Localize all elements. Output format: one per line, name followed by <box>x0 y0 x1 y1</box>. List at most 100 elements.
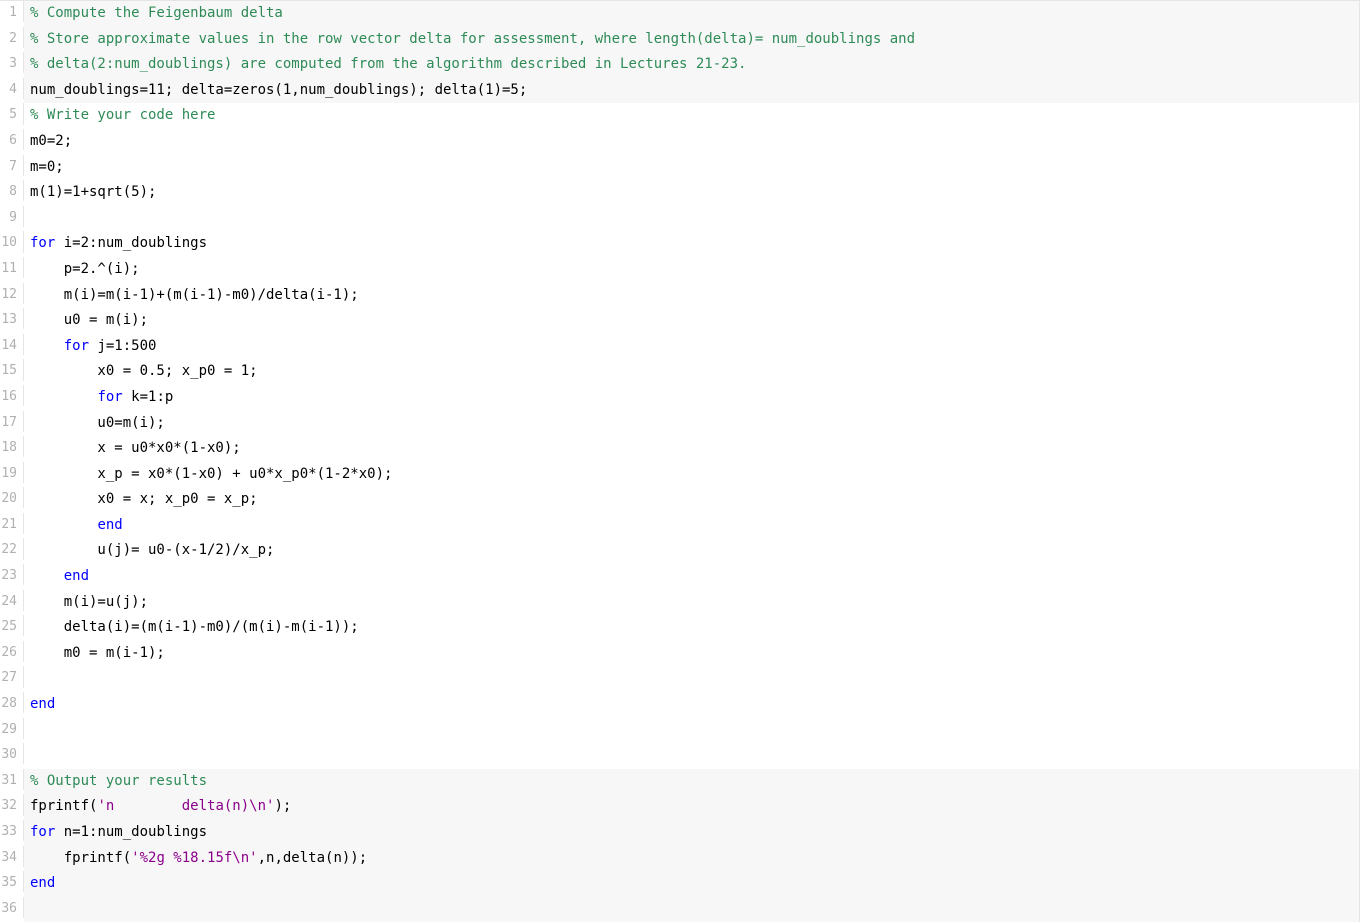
line-content[interactable]: x_p = x0*(1-x0) + u0*x_p0*(1-2*x0); <box>24 462 1359 488</box>
line-content[interactable]: for j=1:500 <box>24 334 1359 360</box>
line-number: 35 <box>0 871 24 892</box>
code-line[interactable]: 28end <box>0 692 1359 718</box>
line-number: 30 <box>0 743 24 764</box>
line-content[interactable]: p=2.^(i); <box>24 257 1359 283</box>
code-line[interactable]: 33for n=1:num_doublings <box>0 820 1359 846</box>
code-line[interactable]: 12 m(i)=m(i-1)+(m(i-1)-m0)/delta(i-1); <box>0 283 1359 309</box>
code-token: x0 = x; x_p0 = x_p; <box>30 491 258 507</box>
line-content[interactable]: x0 = 0.5; x_p0 = 1; <box>24 359 1359 385</box>
code-line[interactable]: 36 <box>0 897 1359 922</box>
code-token: x0 = 0.5; x_p0 = 1; <box>30 363 258 379</box>
code-line[interactable]: 26 m0 = m(i-1); <box>0 641 1359 667</box>
code-line[interactable]: 15 x0 = 0.5; x_p0 = 1; <box>0 359 1359 385</box>
line-content[interactable]: for k=1:p <box>24 385 1359 411</box>
code-token: ,n,delta(n)); <box>258 850 368 866</box>
line-content[interactable]: m(1)=1+sqrt(5); <box>24 180 1359 206</box>
code-line[interactable]: 32fprintf('n delta(n)\n'); <box>0 794 1359 820</box>
line-content[interactable] <box>24 666 1359 692</box>
line-content[interactable]: end <box>24 871 1359 897</box>
line-content[interactable] <box>24 718 1359 744</box>
code-token <box>30 517 97 533</box>
code-line[interactable]: 35end <box>0 871 1359 897</box>
code-line[interactable]: 13 u0 = m(i); <box>0 308 1359 334</box>
code-line[interactable]: 25 delta(i)=(m(i-1)-m0)/(m(i)-m(i-1)); <box>0 615 1359 641</box>
code-line[interactable]: 29 <box>0 718 1359 744</box>
line-number: 4 <box>0 78 24 99</box>
line-content[interactable]: end <box>24 692 1359 718</box>
line-content[interactable]: m(i)=u(j); <box>24 590 1359 616</box>
line-content[interactable]: x0 = x; x_p0 = x_p; <box>24 487 1359 513</box>
code-line[interactable]: 21 end <box>0 513 1359 539</box>
line-number: 26 <box>0 641 24 662</box>
code-line[interactable]: 14 for j=1:500 <box>0 334 1359 360</box>
code-token: i=2:num_doublings <box>55 235 207 251</box>
code-line[interactable]: 16 for k=1:p <box>0 385 1359 411</box>
code-line[interactable]: 23 end <box>0 564 1359 590</box>
code-line[interactable]: 9 <box>0 206 1359 232</box>
line-number: 22 <box>0 538 24 559</box>
line-content[interactable]: m0 = m(i-1); <box>24 641 1359 667</box>
line-number: 14 <box>0 334 24 355</box>
line-number: 3 <box>0 52 24 73</box>
line-number: 6 <box>0 129 24 150</box>
line-content[interactable]: fprintf('n delta(n)\n'); <box>24 794 1359 820</box>
line-content[interactable]: u0=m(i); <box>24 411 1359 437</box>
line-number: 2 <box>0 27 24 48</box>
line-content[interactable] <box>24 897 1359 922</box>
line-content[interactable]: m(i)=m(i-1)+(m(i-1)-m0)/delta(i-1); <box>24 283 1359 309</box>
code-line[interactable]: 8m(1)=1+sqrt(5); <box>0 180 1359 206</box>
code-line[interactable]: 31% Output your results <box>0 769 1359 795</box>
code-line[interactable]: 20 x0 = x; x_p0 = x_p; <box>0 487 1359 513</box>
code-line[interactable]: 5% Write your code here <box>0 103 1359 129</box>
code-line[interactable]: 22 u(j)= u0-(x-1/2)/x_p; <box>0 538 1359 564</box>
code-line[interactable]: 19 x_p = x0*(1-x0) + u0*x_p0*(1-2*x0); <box>0 462 1359 488</box>
code-line[interactable]: 10for i=2:num_doublings <box>0 231 1359 257</box>
code-line[interactable]: 2% Store approximate values in the row v… <box>0 27 1359 53</box>
line-number: 24 <box>0 590 24 611</box>
code-line[interactable]: 4num_doublings=11; delta=zeros(1,num_dou… <box>0 78 1359 104</box>
line-content[interactable]: % Compute the Feigenbaum delta <box>24 1 1359 27</box>
code-token: ); <box>274 798 291 814</box>
code-editor[interactable]: 1% Compute the Feigenbaum delta2% Store … <box>0 0 1360 922</box>
line-content[interactable]: u0 = m(i); <box>24 308 1359 334</box>
code-token: fprintf( <box>30 850 131 866</box>
code-line[interactable]: 7m=0; <box>0 155 1359 181</box>
line-content[interactable]: u(j)= u0-(x-1/2)/x_p; <box>24 538 1359 564</box>
line-content[interactable] <box>24 206 1359 232</box>
line-content[interactable]: end <box>24 564 1359 590</box>
line-content[interactable]: for i=2:num_doublings <box>24 231 1359 257</box>
line-content[interactable]: % delta(2:num_doublings) are computed fr… <box>24 52 1359 78</box>
code-line[interactable]: 24 m(i)=u(j); <box>0 590 1359 616</box>
line-content[interactable]: end <box>24 513 1359 539</box>
code-token: k=1:p <box>123 389 174 405</box>
line-content[interactable]: % Write your code here <box>24 103 1359 129</box>
code-line[interactable]: 6m0=2; <box>0 129 1359 155</box>
line-number: 31 <box>0 769 24 790</box>
code-line[interactable]: 18 x = u0*x0*(1-x0); <box>0 436 1359 462</box>
code-line[interactable]: 1% Compute the Feigenbaum delta <box>0 1 1359 27</box>
line-content[interactable]: % Store approximate values in the row ve… <box>24 27 1359 53</box>
line-content[interactable]: num_doublings=11; delta=zeros(1,num_doub… <box>24 78 1359 104</box>
line-content[interactable]: x = u0*x0*(1-x0); <box>24 436 1359 462</box>
line-content[interactable]: for n=1:num_doublings <box>24 820 1359 846</box>
line-content[interactable]: fprintf('%2g %18.15f\n',n,delta(n)); <box>24 846 1359 872</box>
line-content[interactable] <box>24 743 1359 769</box>
code-token <box>30 338 64 354</box>
code-token: m(i)=m(i-1)+(m(i-1)-m0)/delta(i-1); <box>30 287 359 303</box>
code-token: % Write your code here <box>30 107 215 123</box>
line-content[interactable]: delta(i)=(m(i-1)-m0)/(m(i)-m(i-1)); <box>24 615 1359 641</box>
code-token: for <box>64 338 89 354</box>
code-token: j=1:500 <box>89 338 156 354</box>
code-line[interactable]: 30 <box>0 743 1359 769</box>
code-token: u0 = m(i); <box>30 312 148 328</box>
code-line[interactable]: 17 u0=m(i); <box>0 411 1359 437</box>
code-line[interactable]: 34 fprintf('%2g %18.15f\n',n,delta(n)); <box>0 846 1359 872</box>
code-line[interactable]: 3% delta(2:num_doublings) are computed f… <box>0 52 1359 78</box>
line-content[interactable]: m0=2; <box>24 129 1359 155</box>
code-line[interactable]: 27 <box>0 666 1359 692</box>
line-number: 15 <box>0 359 24 380</box>
line-content[interactable]: % Output your results <box>24 769 1359 795</box>
line-content[interactable]: m=0; <box>24 155 1359 181</box>
code-line[interactable]: 11 p=2.^(i); <box>0 257 1359 283</box>
line-number: 33 <box>0 820 24 841</box>
